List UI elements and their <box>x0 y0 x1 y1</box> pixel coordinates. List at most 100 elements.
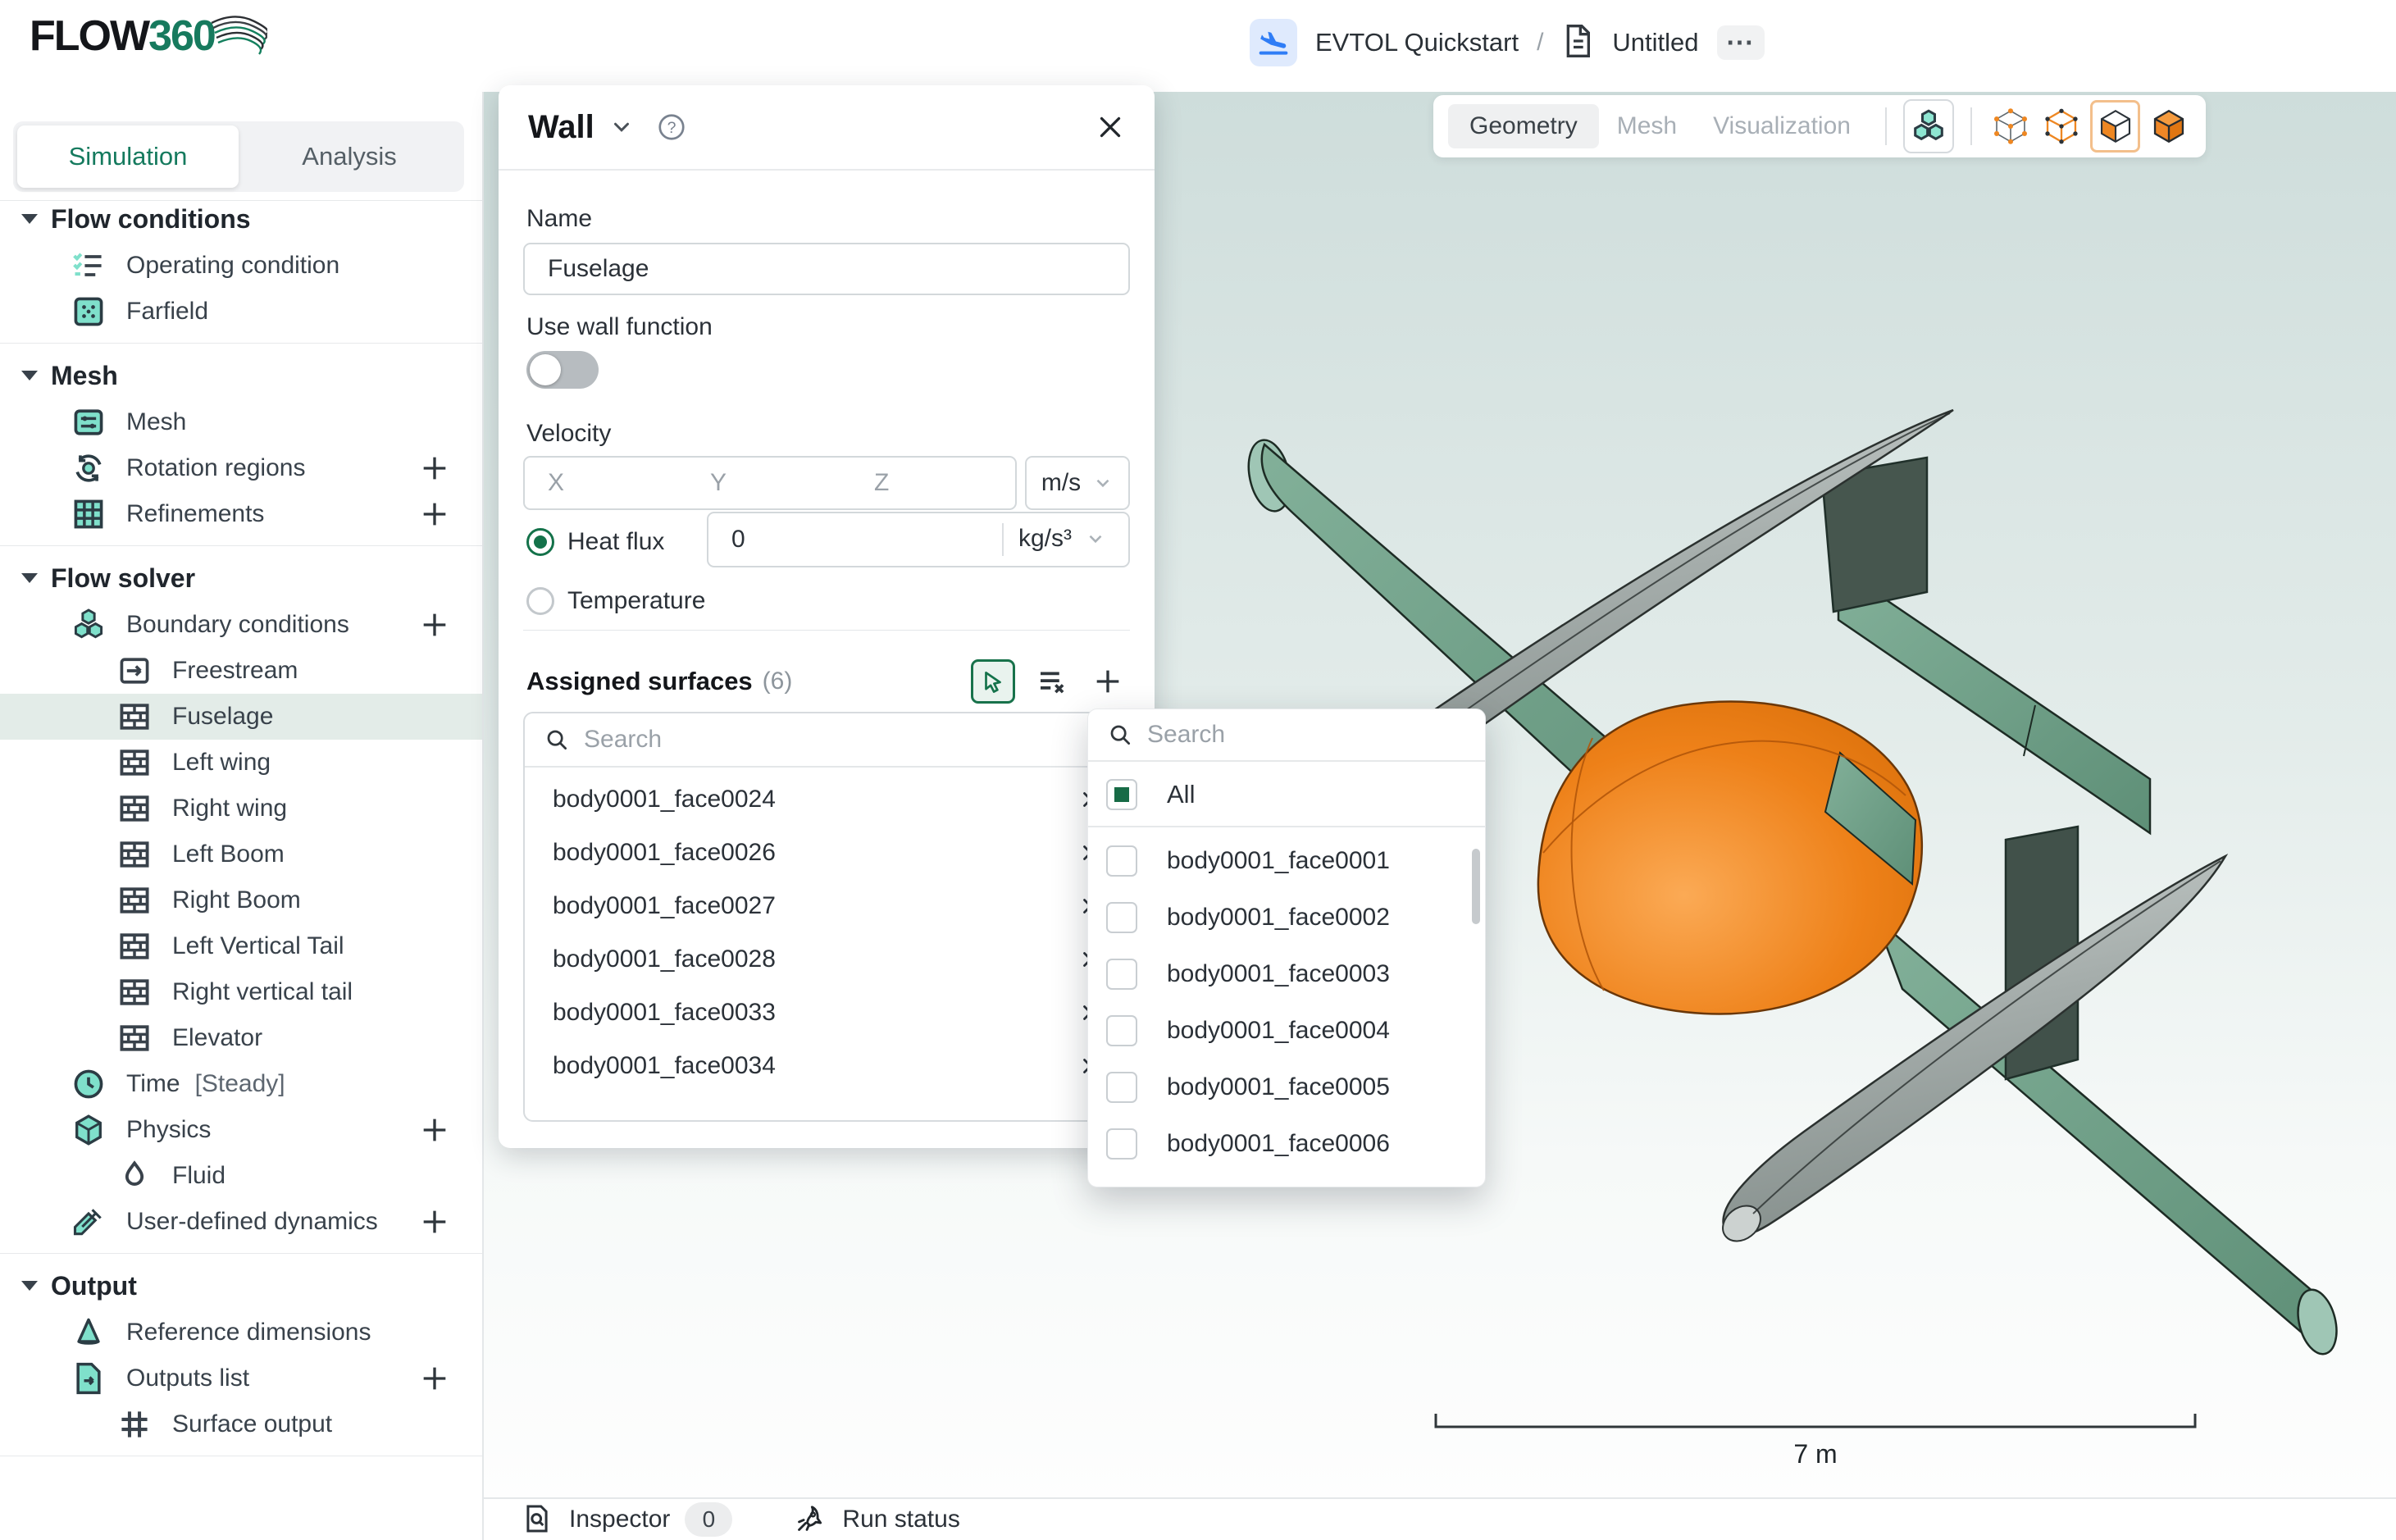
tree-item-right-boom[interactable]: Right Boom <box>0 877 482 923</box>
dropdown-surface-row[interactable]: body0001_face0005 <box>1088 1059 1485 1115</box>
tree-item-fluid[interactable]: Fluid <box>0 1153 482 1199</box>
wall-function-toggle[interactable] <box>526 351 599 389</box>
wall-icon <box>116 882 153 918</box>
viewport-tab-mesh[interactable]: Mesh <box>1599 104 1695 148</box>
heat-flux-unit-select[interactable]: kg/s³ <box>1018 525 1106 553</box>
add-button[interactable] <box>415 449 454 488</box>
add-button[interactable] <box>415 605 454 645</box>
time-icon <box>71 1066 107 1102</box>
temperature-label: Temperature <box>567 587 705 615</box>
tree-item-farfield[interactable]: Farfield <box>0 289 482 335</box>
select-all-row[interactable]: All <box>1088 763 1485 827</box>
tree-item-reference-dimensions[interactable]: Reference dimensions <box>0 1310 482 1355</box>
surfaces-search-input[interactable] <box>582 725 1109 754</box>
sidebar-tabs: SimulationAnalysis <box>13 121 464 192</box>
velocity-unit-select[interactable]: m/s <box>1025 456 1130 510</box>
viewport-tab-visualization[interactable]: Visualization <box>1695 104 1869 148</box>
add-button[interactable] <box>415 1202 454 1242</box>
display-mode-vertices-button[interactable] <box>1988 103 2033 150</box>
fuselage-mesh[interactable] <box>1538 701 1922 1014</box>
dropdown-surface-row[interactable]: body0001_face0006 <box>1088 1115 1485 1172</box>
dropdown-surface-row[interactable]: body0001_face0003 <box>1088 945 1485 1002</box>
tree-item-left-wing[interactable]: Left wing <box>0 740 482 786</box>
pick-surfaces-button[interactable] <box>971 659 1015 704</box>
dropdown-surface-row[interactable]: body0001_face0002 <box>1088 889 1485 945</box>
toggle-knob <box>530 354 561 385</box>
select-all-checkbox[interactable] <box>1106 779 1137 810</box>
tree-item-surface-output[interactable]: Surface output <box>0 1401 482 1447</box>
more-options-button[interactable]: ⋯ <box>1717 25 1765 60</box>
wall-function-label: Use wall function <box>526 313 713 341</box>
tree-item-freestream[interactable]: Freestream <box>0 648 482 694</box>
run-status-button[interactable]: Run status <box>842 1506 959 1533</box>
close-icon[interactable] <box>1096 112 1125 142</box>
surface-checkbox[interactable] <box>1106 1072 1137 1103</box>
surface-checkbox[interactable] <box>1106 1015 1137 1046</box>
breadcrumb-file[interactable]: Untitled <box>1612 28 1698 57</box>
add-surface-button[interactable] <box>1089 663 1127 700</box>
flow360-logo[interactable]: FLOW360 <box>30 11 267 61</box>
name-field[interactable] <box>523 243 1130 295</box>
tab-simulation[interactable]: Simulation <box>17 125 239 188</box>
velocity-z-field[interactable] <box>851 456 1017 510</box>
tree-item-operating-condition[interactable]: Operating condition <box>0 243 482 289</box>
tab-analysis[interactable]: Analysis <box>239 125 460 188</box>
tree-section-flow-conditions[interactable]: Flow conditions <box>0 195 482 243</box>
refdims-icon <box>71 1314 107 1351</box>
tree-item-refinements[interactable]: Refinements <box>0 491 482 537</box>
project-icon[interactable] <box>1250 19 1297 66</box>
tree-item-left-boom[interactable]: Left Boom <box>0 832 482 877</box>
tree-item-left-vertical-tail[interactable]: Left Vertical Tail <box>0 923 482 969</box>
add-button[interactable] <box>415 1359 454 1398</box>
tree-item-physics[interactable]: Physics <box>0 1107 482 1153</box>
dropdown-surface-row[interactable]: body0001_face0001 <box>1088 832 1485 889</box>
divider <box>0 343 482 344</box>
tree-section-mesh[interactable]: Mesh <box>0 352 482 399</box>
add-button[interactable] <box>415 494 454 534</box>
clear-list-button[interactable] <box>1033 663 1071 700</box>
tree-section-flow-solver[interactable]: Flow solver <box>0 554 482 602</box>
velocity-y-field[interactable] <box>687 456 853 510</box>
tree-section-output[interactable]: Output <box>0 1262 482 1310</box>
viewport-tab-geometry[interactable]: Geometry <box>1448 104 1599 148</box>
dropdown-scrollbar[interactable] <box>1472 849 1480 924</box>
surface-picker-dropdown: All body0001_face0001body0001_face0002bo… <box>1087 708 1486 1187</box>
tree-item-boundary-conditions[interactable]: Boundary conditions <box>0 602 482 648</box>
wall-icon <box>116 745 153 781</box>
chevron-down-icon[interactable] <box>609 115 634 139</box>
surface-checkbox[interactable] <box>1106 902 1137 933</box>
chevron-down-icon <box>1085 528 1106 549</box>
tree-item-time[interactable]: Time[Steady] <box>0 1061 482 1107</box>
display-mode-solid-button[interactable] <box>2147 103 2191 150</box>
surface-checkbox[interactable] <box>1106 959 1137 990</box>
velocity-x-field[interactable] <box>523 456 689 510</box>
display-mode-shaded-button[interactable] <box>2090 100 2139 153</box>
tree-item-mesh[interactable]: Mesh <box>0 399 482 445</box>
surface-checkbox[interactable] <box>1106 845 1137 877</box>
add-button[interactable] <box>415 1110 454 1150</box>
display-mode-edges-button[interactable] <box>2039 103 2084 150</box>
tree-item-user-defined-dynamics[interactable]: User-defined dynamics <box>0 1199 482 1245</box>
tree-item-rotation-regions[interactable]: Rotation regions <box>0 445 482 491</box>
cube-solid-icon <box>2148 106 2189 147</box>
temperature-radio[interactable] <box>526 587 554 615</box>
heat-flux-radio[interactable] <box>526 528 554 556</box>
tree-item-right-wing[interactable]: Right wing <box>0 786 482 832</box>
assigned-surface-row: body0001_face0027 <box>525 879 1128 932</box>
tree-item-outputs-list[interactable]: Outputs list <box>0 1355 482 1401</box>
panel-title: Wall <box>528 109 594 146</box>
operating-condition-icon <box>71 248 107 284</box>
search-icon <box>544 727 569 752</box>
boundary-display-button[interactable] <box>1903 99 1954 153</box>
surface-checkbox[interactable] <box>1106 1128 1137 1160</box>
dropdown-surface-row[interactable]: body0001_face0004 <box>1088 1002 1485 1059</box>
breadcrumb-project[interactable]: EVTOL Quickstart <box>1315 28 1519 57</box>
velocity-unit-value: m/s <box>1041 469 1081 497</box>
collapse-triangle-icon <box>21 371 38 380</box>
tree-item-right-vertical-tail[interactable]: Right vertical tail <box>0 969 482 1015</box>
dropdown-search-input[interactable] <box>1146 720 1465 749</box>
tree-item-fuselage[interactable]: Fuselage <box>0 694 482 740</box>
help-icon[interactable]: ? <box>657 112 686 142</box>
tree-item-elevator[interactable]: Elevator <box>0 1015 482 1061</box>
inspector-button[interactable]: Inspector <box>569 1506 670 1533</box>
